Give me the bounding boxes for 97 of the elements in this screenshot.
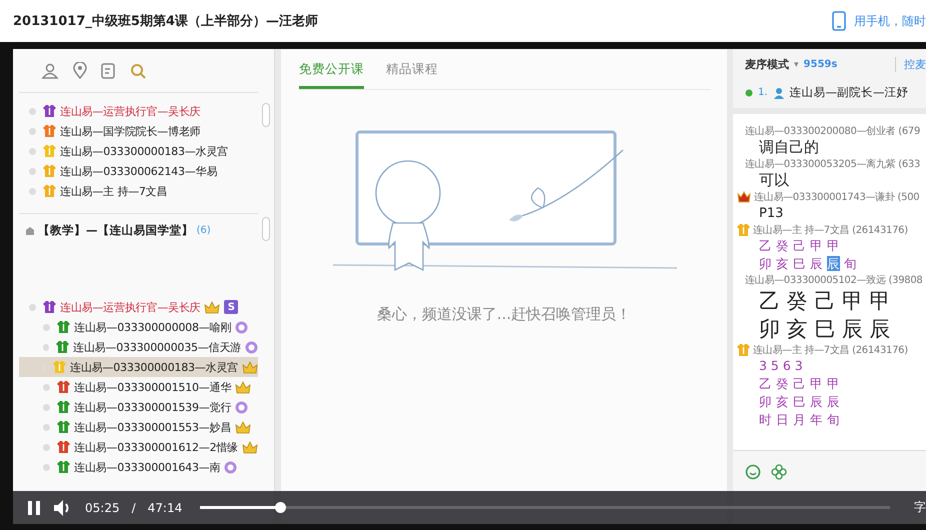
medal-icon — [235, 400, 248, 414]
message-sender: 连山易—主 持—7文昌 (26143176) — [753, 344, 908, 357]
member-row[interactable]: 连山易—033300001539—觉行 — [19, 397, 258, 417]
member-row[interactable]: 连山易—运营执行官—吴长庆 — [19, 101, 258, 121]
message-text: 3 5 6 3 — [758, 357, 804, 375]
message-sender: 连山易—033300001743—谦卦 (500 — [754, 190, 920, 204]
member-row[interactable]: 连山易—国学院院长—博老师 — [19, 121, 258, 141]
mic-mode-label[interactable]: 麦序模式 — [745, 57, 789, 72]
timer: 9559s — [804, 59, 838, 70]
member-name: 连山易—运营执行官—吴长庆 — [60, 300, 200, 314]
progress-handle[interactable] — [274, 502, 286, 513]
member-name: 连山易—033300001612—2惜缘 — [74, 440, 238, 454]
current-time: 05:25 — [85, 500, 120, 514]
member-count: (6) — [196, 225, 211, 236]
message-text: 卯 亥 巳 辰 辰 — [758, 393, 841, 411]
member-name: 连山易—033300000035—信天游 — [73, 340, 241, 354]
member-row[interactable]: 连山易—033300001612—2惜缘 — [19, 437, 258, 457]
status-dot — [43, 404, 50, 410]
speaker-name: 连山易—副院长—汪妤 — [790, 85, 909, 100]
medal-icon — [224, 460, 238, 474]
duration: 47:14 — [148, 500, 182, 514]
member-name: 连山易—运营执行官—吴长庆 — [60, 104, 200, 118]
message-text: 调自己的 — [758, 138, 820, 157]
message-text: 卯 亥 巳 辰 辰 — [758, 316, 892, 343]
member-row[interactable]: 连山易—033300000183—水灵宫 — [19, 141, 258, 161]
member-row[interactable]: 连山易—033300000183—水灵宫 — [19, 357, 258, 377]
crown-icon — [204, 300, 220, 314]
pause-button[interactable] — [27, 500, 41, 516]
status-dot — [29, 148, 36, 154]
member-row[interactable]: 连山易—033300062143—华易 — [19, 161, 258, 181]
empty-message: 桑心，频道没课了...赶快召唤管理员！ — [376, 305, 632, 324]
status-dot — [43, 464, 50, 470]
message-sender: 连山易—033300200080—创业者 (679 — [745, 124, 920, 138]
status-dot — [29, 188, 36, 194]
search-icon[interactable] — [130, 62, 146, 78]
level-badge: S — [224, 300, 238, 314]
person-icon[interactable] — [41, 62, 59, 78]
status-dot — [43, 324, 50, 330]
medal-icon — [245, 340, 258, 354]
status-dot — [43, 344, 50, 350]
member-name: 连山易—033300001643—南 — [74, 460, 220, 474]
queue-rank: 1. — [758, 87, 768, 98]
video-title: 20131017_中级班5期第4课（上半部分）—汪老师 — [13, 12, 318, 30]
message-text: 乙 癸 己 甲 甲 — [758, 237, 841, 255]
status-dot — [43, 384, 50, 390]
message-text: 时 日 月 年 旬 — [758, 411, 841, 429]
message-text: 可以 — [758, 171, 790, 190]
crown-icon — [235, 380, 252, 394]
member-name: 连山易—033300062143—华易 — [60, 164, 218, 178]
user-icon — [772, 86, 785, 98]
channel-section-title[interactable]: 【教学】—【连山易国学堂】 — [38, 223, 194, 238]
subtitles-button[interactable]: 字 — [914, 499, 926, 516]
member-name: 连山易—033300000183—水灵宫 — [60, 144, 228, 158]
status-dot — [29, 304, 36, 310]
crown-icon — [242, 360, 258, 374]
message-sender: 连山易—033300005102—致远 (39808 — [745, 274, 922, 287]
status-dot — [43, 424, 50, 430]
flower-icon[interactable] — [771, 464, 787, 480]
status-dot — [29, 108, 36, 114]
member-name: 连山易—主 持—7文昌 — [60, 184, 168, 198]
message-sender: 连山易—主 持—7文昌 (26143176) — [753, 224, 908, 237]
member-row[interactable]: 连山易—033300000008—喻刚 — [19, 317, 258, 337]
member-name: 连山易—033300001510—通华 — [74, 380, 232, 394]
scrollbar-thumb[interactable] — [262, 217, 270, 241]
crown-icon — [235, 420, 252, 434]
shirt-icon — [737, 343, 750, 357]
status-dot — [29, 128, 36, 134]
scrollbar-thumb[interactable] — [262, 103, 270, 127]
member-row[interactable]: 连山易—运营执行官—吴长庆 S — [19, 297, 258, 317]
member-row[interactable]: 连山易—主 持—7文昌 — [19, 181, 258, 201]
status-dot — [745, 88, 753, 96]
member-row[interactable]: 连山易—033300001553—妙昌 — [19, 417, 258, 437]
message-sender: 连山易—033300053205—离九紫 (633 — [745, 158, 920, 171]
medal-icon — [235, 320, 248, 334]
crown-icon — [242, 440, 258, 454]
member-name: 连山易—国学院院长—博老师 — [60, 124, 200, 138]
time-separator: / — [132, 500, 136, 514]
shirt-icon — [737, 223, 750, 237]
location-pin-icon[interactable] — [73, 62, 87, 79]
member-name: 连山易—033300000008—喻刚 — [74, 320, 232, 334]
message-text: 卯 亥 巳 辰 辰 旬 — [758, 255, 858, 273]
message-text: 乙 癸 己 甲 甲 — [758, 375, 841, 393]
status-dot — [29, 168, 36, 174]
message-text: P13 — [758, 205, 784, 223]
emoji-icon[interactable] — [745, 464, 761, 480]
phone-icon — [832, 11, 846, 31]
status-dot — [43, 444, 50, 450]
crown-icon — [737, 191, 751, 203]
member-name: 连山易—033300000183—水灵宫 — [70, 360, 238, 374]
group-icon — [25, 226, 35, 236]
member-row[interactable]: 连山易—033300001510—通华 — [19, 377, 258, 397]
message-text: 乙 癸 己 甲 甲 — [758, 288, 892, 315]
member-name: 连山易—033300001553—妙昌 — [74, 420, 232, 434]
member-row[interactable]: 连山易—033300001643—南 — [19, 457, 258, 477]
member-name: 连山易—033300001539—觉行 — [74, 400, 232, 414]
member-row[interactable]: 连山易—033300000035—信天游 — [19, 337, 258, 357]
note-icon[interactable] — [101, 62, 116, 78]
